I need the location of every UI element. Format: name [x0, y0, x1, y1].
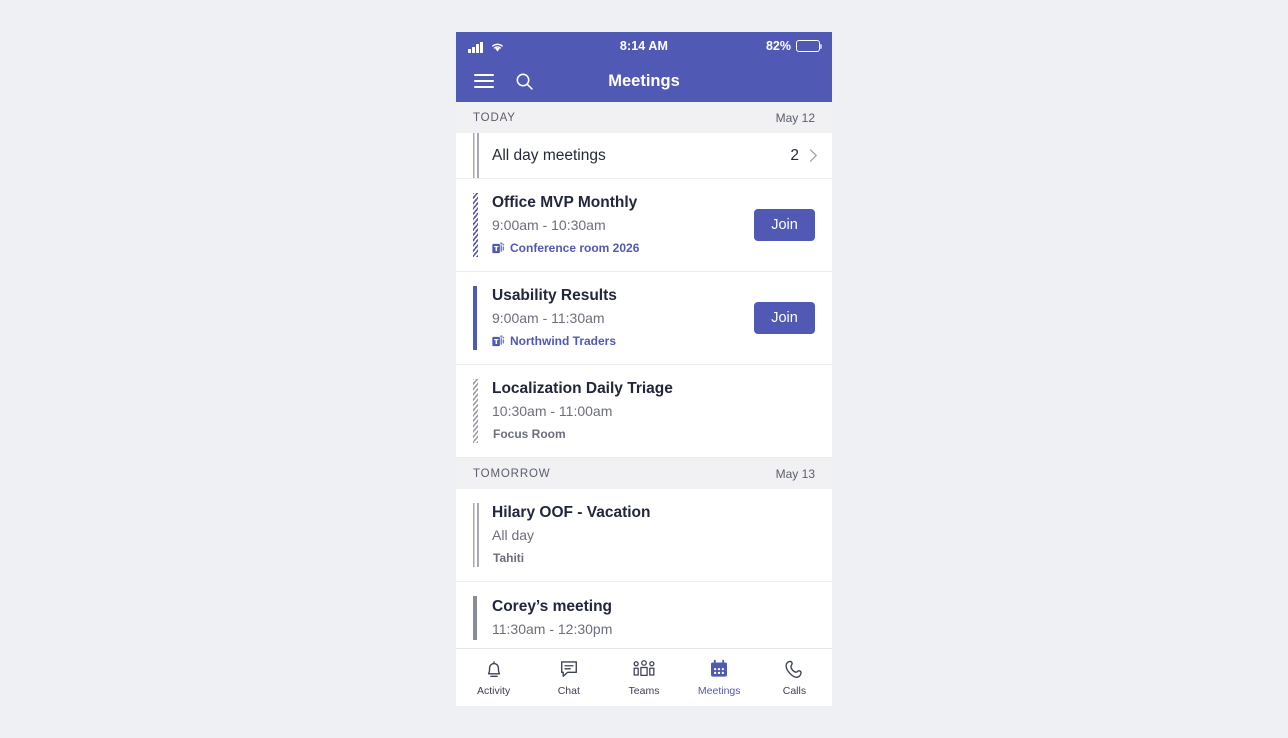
- tab-teams[interactable]: Teams: [606, 649, 681, 706]
- bell-icon: [484, 659, 504, 680]
- tab-label: Chat: [557, 684, 580, 697]
- event-status-bar: [473, 286, 480, 350]
- section-label: TOMORROW: [473, 467, 551, 480]
- meeting-title: Usability Results: [492, 287, 617, 304]
- teams-icon: [632, 659, 656, 680]
- meeting-location: Focus Room: [493, 427, 566, 441]
- meeting-list[interactable]: TODAY May 12 All day meetings 2 Office M…: [456, 102, 832, 648]
- event-status-bar: [473, 193, 480, 257]
- tab-calls[interactable]: Calls: [757, 649, 832, 706]
- meeting-time: 11:30am - 12:30pm: [492, 621, 613, 637]
- join-button[interactable]: Join: [754, 209, 815, 241]
- tab-label: Calls: [782, 684, 807, 697]
- meeting-title: Hilary OOF - Vacation: [492, 504, 651, 521]
- bottom-tab-bar: Activity Chat Teams Meetings Calls: [456, 648, 832, 706]
- tab-label: Meetings: [697, 684, 741, 697]
- meeting-time: 10:30am - 11:00am: [492, 403, 613, 419]
- screen-canvas: 8:14 AM 82% Meetings TODAY May 12 All da…: [0, 0, 1288, 738]
- hamburger-menu-icon[interactable]: [470, 67, 498, 95]
- teams-logo-icon: [492, 241, 505, 253]
- join-button[interactable]: Join: [754, 302, 815, 334]
- cellular-signal-icon: [468, 41, 483, 53]
- all-day-meetings-label: All day meetings: [492, 146, 606, 164]
- meeting-title: Localization Daily Triage: [492, 380, 673, 397]
- status-bar-left: [468, 39, 505, 53]
- tab-activity[interactable]: Activity: [456, 649, 531, 706]
- section-header-tomorrow: TOMORROW May 13: [456, 458, 832, 489]
- tab-label: Activity: [476, 684, 511, 697]
- battery-icon: [796, 40, 823, 52]
- tab-chat[interactable]: Chat: [531, 649, 606, 706]
- chevron-right-icon: [804, 149, 817, 162]
- chat-icon: [559, 659, 579, 680]
- wifi-icon: [491, 43, 503, 52]
- event-status-bar: [473, 596, 480, 640]
- meeting-time: 9:00am - 10:30am: [492, 217, 606, 233]
- meeting-time: 9:00am - 11:30am: [492, 310, 605, 326]
- meeting-title: Office MVP Monthly: [492, 194, 638, 211]
- tab-label: Teams: [628, 684, 660, 697]
- all-day-meetings-count: 2: [790, 146, 799, 164]
- meeting-location-label: Northwind Traders: [510, 334, 617, 348]
- search-icon[interactable]: [510, 67, 538, 95]
- event-status-bar: [473, 133, 480, 178]
- tab-meetings[interactable]: Meetings: [682, 649, 757, 706]
- table-row[interactable]: Office MVP Monthly 9:00am - 10:30am Conf…: [456, 179, 832, 272]
- list-item-all-day-meetings[interactable]: All day meetings 2: [456, 133, 832, 179]
- teams-logo-icon: [492, 334, 505, 346]
- join-button-wrap: Join: [744, 193, 815, 257]
- table-row[interactable]: Localization Daily Triage 10:30am - 11:0…: [456, 365, 832, 458]
- calendar-icon: [709, 659, 729, 680]
- section-header-today: TODAY May 12: [456, 102, 832, 133]
- table-row[interactable]: Usability Results 9:00am - 11:30am North…: [456, 272, 832, 365]
- status-bar-right: 82%: [765, 39, 823, 53]
- section-date: May 13: [775, 466, 815, 481]
- event-status-bar: [473, 379, 480, 443]
- join-button-wrap: Join: [744, 286, 815, 350]
- meeting-location-label: Conference room 2026: [510, 241, 640, 255]
- table-row[interactable]: Hilary OOF - Vacation All day Tahiti: [456, 489, 832, 582]
- meeting-title: Corey’s meeting: [492, 598, 613, 615]
- app-bar: Meetings: [456, 60, 832, 102]
- phone-viewport: 8:14 AM 82% Meetings TODAY May 12 All da…: [456, 32, 832, 706]
- meeting-time: All day: [492, 527, 535, 543]
- meeting-location: Tahiti: [493, 551, 525, 565]
- section-date: May 12: [775, 110, 815, 125]
- phone-icon: [784, 659, 804, 680]
- section-label: TODAY: [473, 111, 516, 124]
- status-bar: 8:14 AM 82%: [456, 32, 832, 60]
- meeting-location: Northwind Traders: [492, 332, 744, 350]
- meeting-location: Conference room 2026: [492, 239, 744, 257]
- table-row[interactable]: Corey’s meeting 11:30am - 12:30pm: [456, 582, 832, 648]
- event-status-bar: [473, 503, 480, 567]
- battery-percent-label: 82%: [765, 39, 791, 53]
